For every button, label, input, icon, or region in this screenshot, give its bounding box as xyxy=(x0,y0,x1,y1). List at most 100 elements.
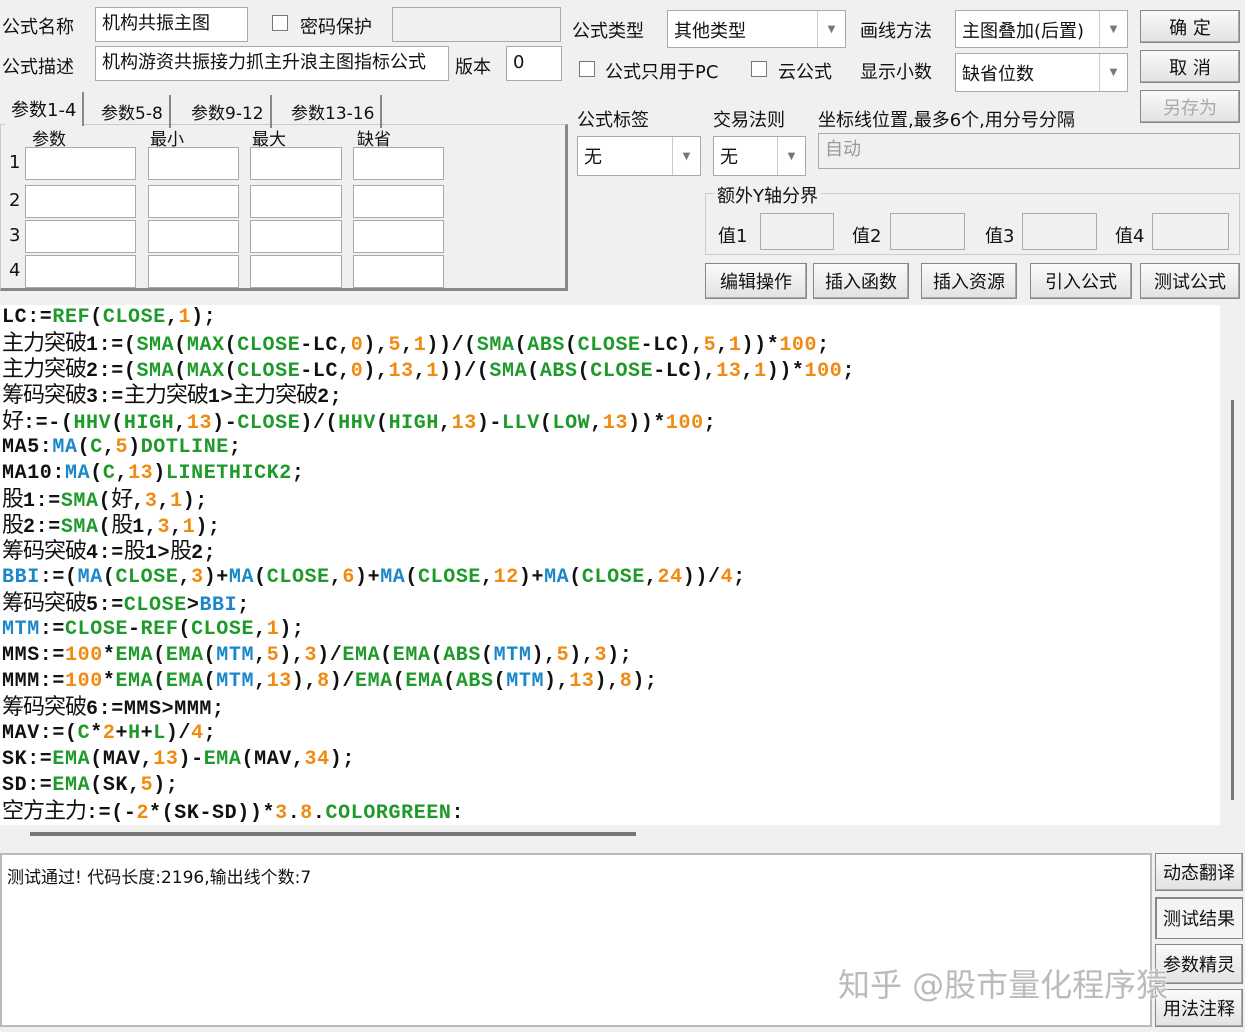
code-function: SMA xyxy=(136,334,175,357)
code-text: )+ xyxy=(518,566,545,589)
code-function: COLORGREEN xyxy=(325,802,452,825)
insert-resource-button[interactable]: 插入资源 xyxy=(921,263,1017,299)
param-default-input[interactable] xyxy=(353,220,444,253)
formula-desc-input[interactable]: 机构游资共振接力抓主升浪主图指标公式 xyxy=(95,46,449,81)
decimals-select[interactable]: 缺省位数 ▼ xyxy=(955,53,1128,92)
code-text: 2:=( xyxy=(86,360,137,383)
param-name-input[interactable] xyxy=(25,255,136,288)
code-text: ), xyxy=(279,644,305,667)
axis-input[interactable]: 自动 xyxy=(818,133,1240,169)
version-input[interactable]: 0 xyxy=(506,46,562,81)
type-label: 公式类型 xyxy=(572,21,644,42)
code-editor[interactable]: LC:=REF(CLOSE,1); 主力突破1:=(SMA(MAX(CLOSE-L… xyxy=(0,305,1220,825)
code-number: 0 xyxy=(350,334,364,357)
tab-params-9-12[interactable]: 参数9-12 xyxy=(185,95,272,128)
code-text: ( xyxy=(527,360,540,383)
code-function: CLOSE xyxy=(266,566,330,589)
param-min-input[interactable] xyxy=(148,147,239,180)
code-text: :=( xyxy=(39,566,78,589)
code-text: ( xyxy=(514,334,528,357)
vertical-scrollbar[interactable] xyxy=(1220,305,1245,848)
code-text: ))/( xyxy=(426,334,477,357)
param-min-input[interactable] xyxy=(148,185,239,218)
save-as-button: 另存为 xyxy=(1140,90,1240,123)
code-text: ; xyxy=(228,436,242,459)
code-text: 好 xyxy=(111,487,133,512)
password-checkbox[interactable] xyxy=(272,15,288,31)
code-text: (MAV, xyxy=(90,748,154,771)
insert-function-button[interactable]: 插入函数 xyxy=(813,263,909,299)
code-function: C xyxy=(90,436,103,459)
axis-label: 坐标线位置,最多6个,用分号分隔 xyxy=(818,110,1075,131)
param-name-input[interactable] xyxy=(25,220,136,253)
param-name-input[interactable] xyxy=(25,147,136,180)
code-text: * xyxy=(90,722,103,745)
pc-only-checkbox[interactable] xyxy=(579,61,595,77)
v1-input[interactable] xyxy=(760,213,834,250)
tab-params-13-16[interactable]: 参数13-16 xyxy=(285,95,383,128)
code-text: ))* xyxy=(628,412,666,435)
code-text: , xyxy=(439,412,452,435)
code-function: EMA xyxy=(203,748,242,771)
code-text: , xyxy=(102,436,116,459)
code-function: C xyxy=(77,722,91,745)
horizontal-scrollbar-thumb[interactable] xyxy=(30,832,636,836)
code-number: 13 xyxy=(266,670,292,693)
code-variable: MA xyxy=(544,566,570,589)
param-default-input[interactable] xyxy=(353,147,444,180)
usage-notes-button[interactable]: 用法注释 xyxy=(1155,989,1243,1027)
code-number: 3 xyxy=(304,644,318,667)
param-min-input[interactable] xyxy=(148,255,239,288)
code-text: 2; xyxy=(317,386,343,409)
param-max-input[interactable] xyxy=(250,220,342,253)
import-formula-button[interactable]: 引入公式 xyxy=(1030,263,1132,299)
horizontal-scrollbar[interactable] xyxy=(0,825,1220,848)
code-text: ( xyxy=(102,566,116,589)
chevron-down-icon: ▼ xyxy=(817,11,845,47)
v3-input[interactable] xyxy=(1022,213,1097,250)
param-max-input[interactable] xyxy=(250,255,342,288)
param-default-input[interactable] xyxy=(353,185,444,218)
vertical-scrollbar-thumb[interactable] xyxy=(1231,400,1234,800)
code-text: ( xyxy=(380,644,393,667)
code-text: , xyxy=(401,334,414,357)
chevron-down-icon: ▼ xyxy=(1099,54,1127,91)
code-text: , xyxy=(329,566,343,589)
tag-select[interactable]: 无 ▼ xyxy=(577,136,701,176)
test-result-button[interactable]: 测试结果 xyxy=(1155,897,1243,939)
test-formula-button[interactable]: 测试公式 xyxy=(1140,263,1240,299)
draw-select[interactable]: 主图叠加(后置) ▼ xyxy=(955,10,1128,48)
formula-name-input[interactable]: 机构共振主图 xyxy=(95,7,248,42)
param-min-input[interactable] xyxy=(148,220,239,253)
param-wizard-button[interactable]: 参数精灵 xyxy=(1155,944,1243,984)
code-function: CLOSE xyxy=(191,618,255,641)
code-text: 股 xyxy=(2,487,24,512)
code-function: CLOSE xyxy=(237,334,301,357)
tab-params-1-4[interactable]: 参数1-4 xyxy=(5,92,85,126)
code-text: 股 xyxy=(170,539,192,564)
cloud-checkbox[interactable] xyxy=(751,61,767,77)
code-text: ), xyxy=(544,670,570,693)
code-variable: BBI xyxy=(199,594,238,617)
edit-ops-button[interactable]: 编辑操作 xyxy=(705,263,807,299)
dynamic-translate-button[interactable]: 动态翻译 xyxy=(1155,853,1243,891)
ok-button[interactable]: 确 定 xyxy=(1140,10,1240,43)
v4-input[interactable] xyxy=(1152,213,1229,250)
code-line: 筹码突破5:=CLOSE>BBI; xyxy=(0,591,1220,617)
type-select[interactable]: 其他类型 ▼ xyxy=(667,10,846,48)
param-max-input[interactable] xyxy=(250,185,342,218)
code-number: 1 xyxy=(266,618,280,641)
code-function: EMA xyxy=(165,644,204,667)
code-number: 3 xyxy=(191,566,204,589)
tab-params-5-8[interactable]: 参数5-8 xyxy=(95,95,171,128)
trade-select[interactable]: 无 ▼ xyxy=(713,136,806,176)
trade-value: 无 xyxy=(720,147,738,168)
cancel-button[interactable]: 取 消 xyxy=(1140,50,1240,83)
code-variable: MTM xyxy=(216,670,255,693)
param-default-input[interactable] xyxy=(353,255,444,288)
param-name-input[interactable] xyxy=(25,185,136,218)
param-max-input[interactable] xyxy=(250,147,342,180)
v2-input[interactable] xyxy=(890,213,965,250)
code-text: )- xyxy=(212,412,238,435)
code-line: MA10:MA(C,13)LINETHICK2; xyxy=(0,461,1220,487)
